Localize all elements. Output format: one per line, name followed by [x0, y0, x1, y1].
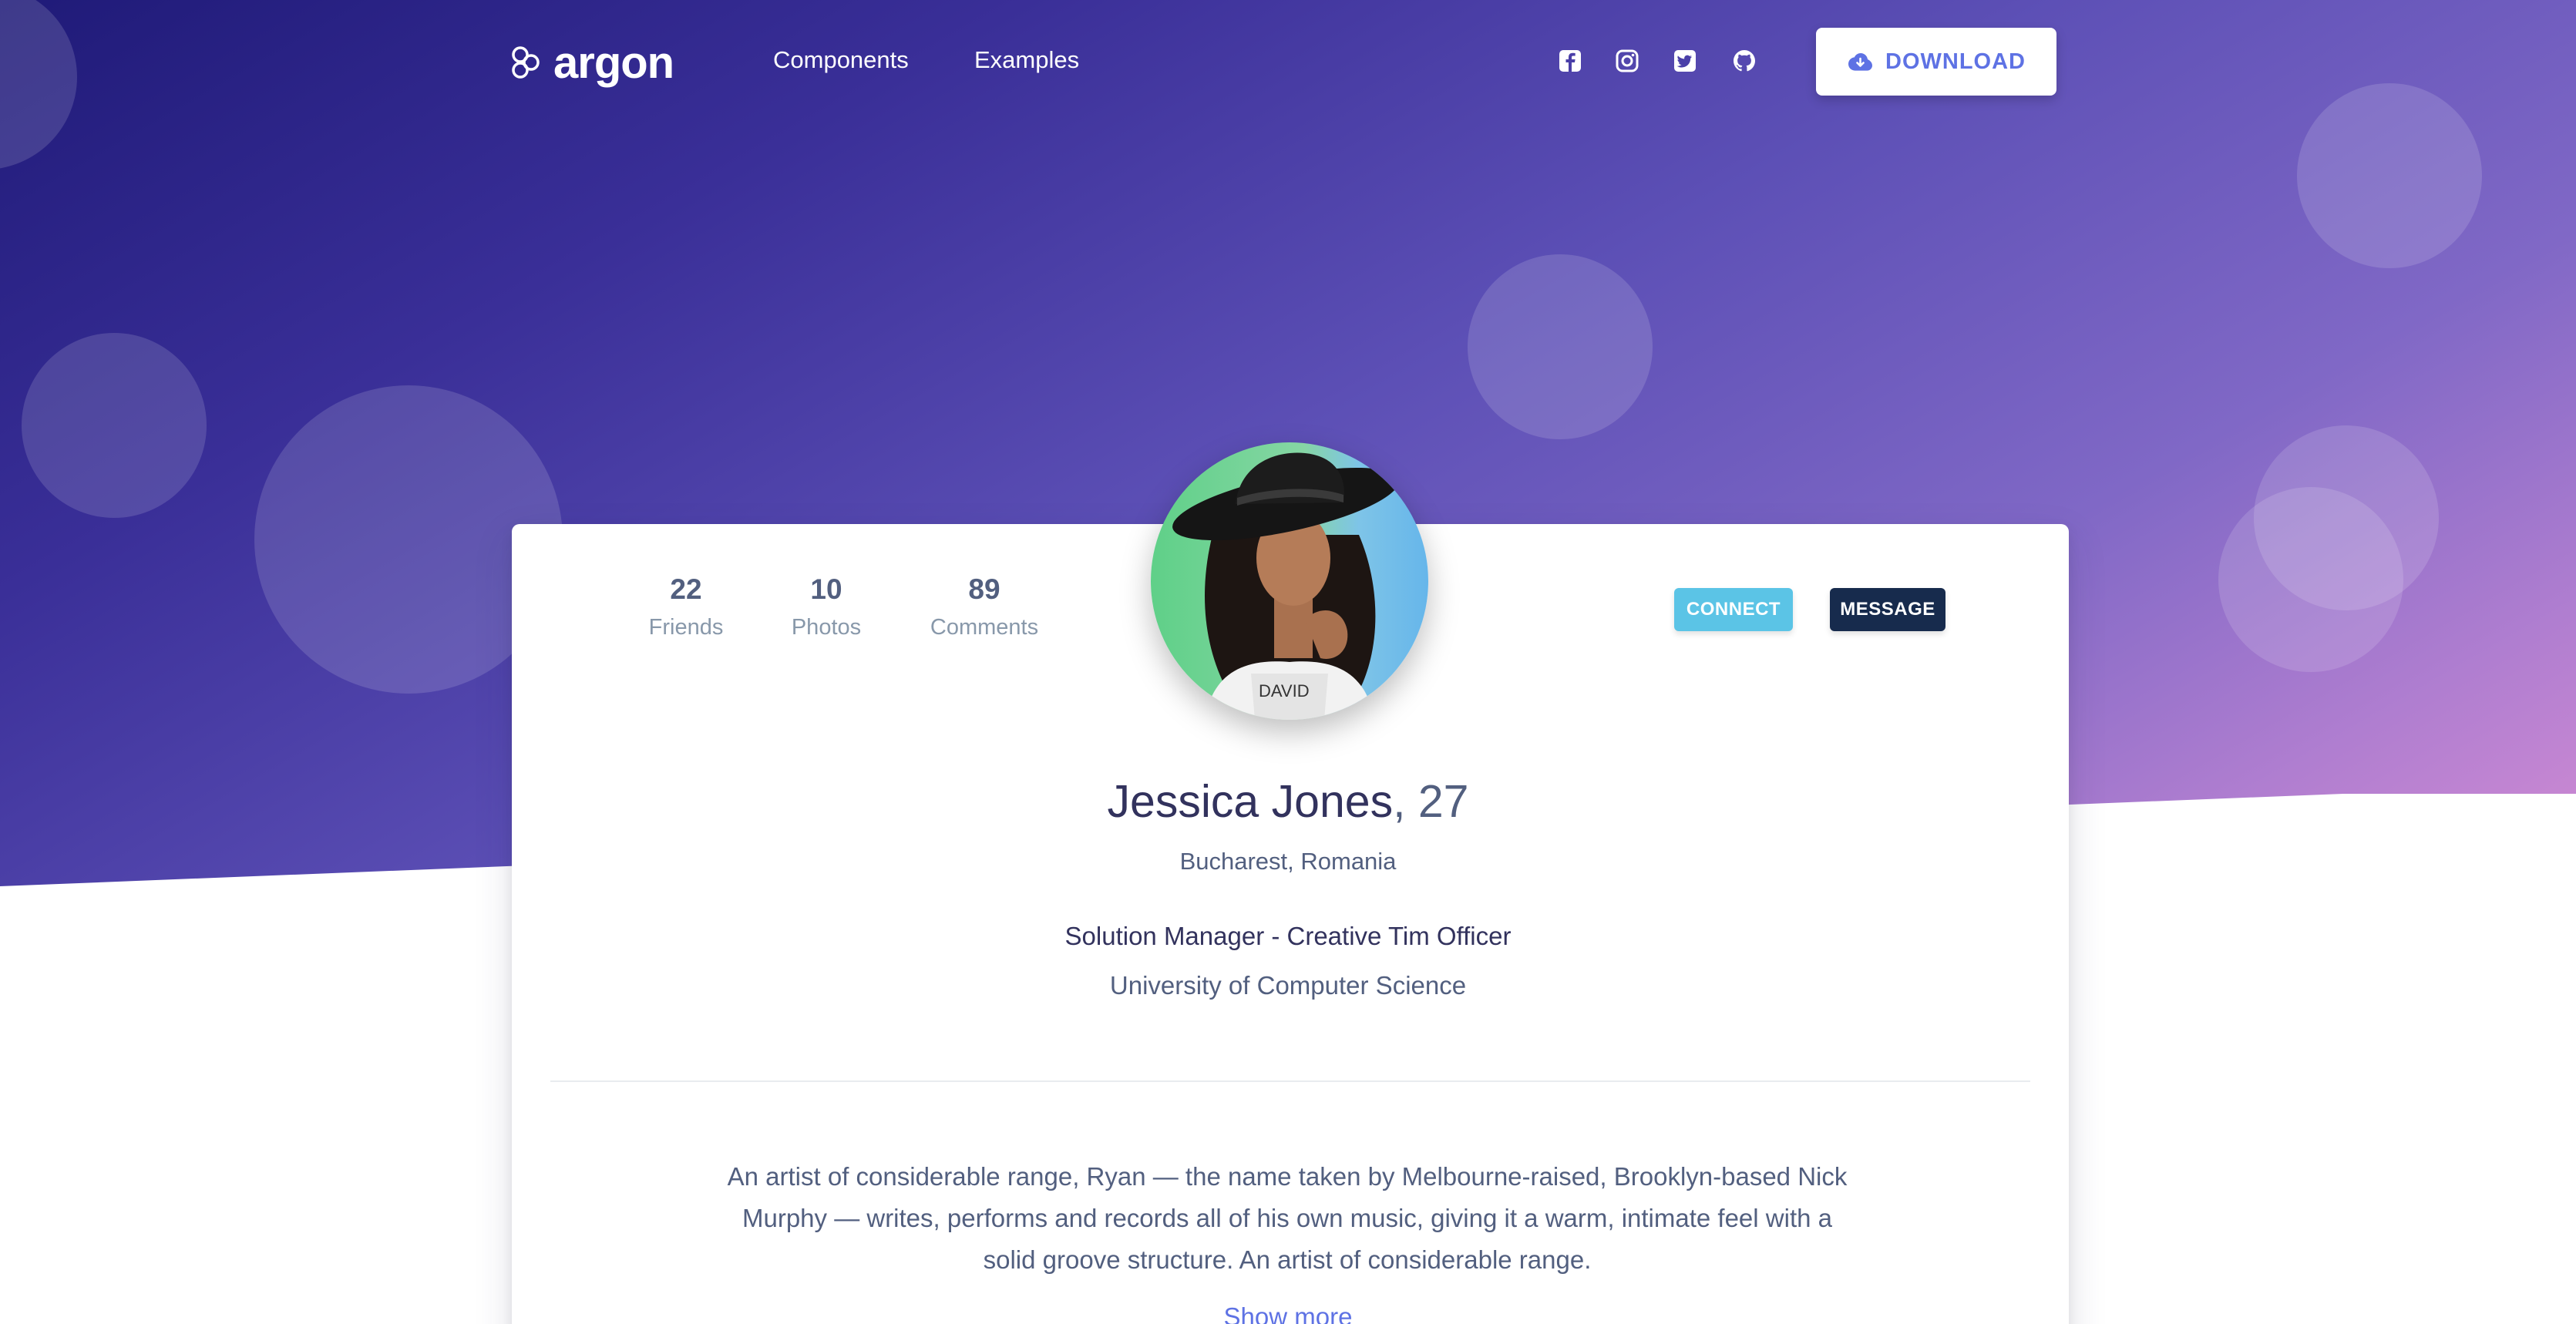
profile-page: argon Components Examples DOWNLOAD 22 Fr… — [0, 0, 2576, 1324]
navbar: argon Components Examples DOWNLOAD — [0, 0, 2576, 123]
instagram-icon[interactable] — [1614, 48, 1640, 74]
message-button[interactable]: MESSAGE — [1830, 588, 1945, 631]
facebook-icon[interactable] — [1557, 48, 1583, 74]
comments-label: Comments — [930, 615, 1039, 640]
comments-count: 89 — [968, 573, 1000, 605]
connect-button[interactable]: CONNECT — [1674, 588, 1793, 631]
brand-logo[interactable]: argon — [509, 35, 674, 89]
profile-age: , 27 — [1393, 776, 1469, 827]
show-more-label[interactable]: Show more — [1224, 1302, 1353, 1324]
download-label: DOWNLOAD — [1885, 49, 2026, 74]
profile-name-line: Jessica Jones, 27 — [0, 775, 2576, 828]
avatar-image: DAVID — [1151, 442, 1428, 720]
photos-count: 10 — [810, 573, 842, 605]
card-divider — [550, 1080, 2030, 1082]
friends-count: 22 — [670, 573, 702, 605]
show-more-link: Show more — [0, 1302, 2576, 1324]
decorative-bubble — [1468, 254, 1653, 439]
nav-link-components[interactable]: Components — [773, 46, 909, 74]
profile-job: Solution Manager - Creative Tim Officer — [1064, 922, 1512, 950]
stat-friends: 22 Friends — [640, 573, 732, 640]
photos-label: Photos — [791, 615, 862, 640]
twitter-icon[interactable] — [1672, 48, 1698, 74]
profile-name: Jessica Jones — [1107, 776, 1394, 827]
cloud-download-icon — [1848, 53, 1872, 71]
decorative-bubble — [22, 333, 207, 518]
nav-link-examples[interactable]: Examples — [974, 46, 1079, 74]
profile-location: Bucharest, Romania — [1179, 848, 1397, 875]
friends-label: Friends — [648, 615, 724, 640]
profile-bio: An artist of considerable range, Ryan — … — [727, 1162, 1848, 1274]
decorative-bubble — [2218, 487, 2403, 672]
brand-name: argon — [553, 37, 674, 88]
github-icon[interactable] — [1731, 48, 1757, 74]
profile-avatar: DAVID — [1151, 442, 1428, 720]
stat-comments: 89 Comments — [915, 573, 1054, 640]
argon-logo-icon — [512, 46, 540, 79]
stat-photos: 10 Photos — [780, 573, 873, 640]
profile-education: University of Computer Science — [1109, 971, 1467, 1000]
download-button[interactable]: DOWNLOAD — [1816, 28, 2056, 96]
svg-text:DAVID: DAVID — [1259, 681, 1310, 701]
